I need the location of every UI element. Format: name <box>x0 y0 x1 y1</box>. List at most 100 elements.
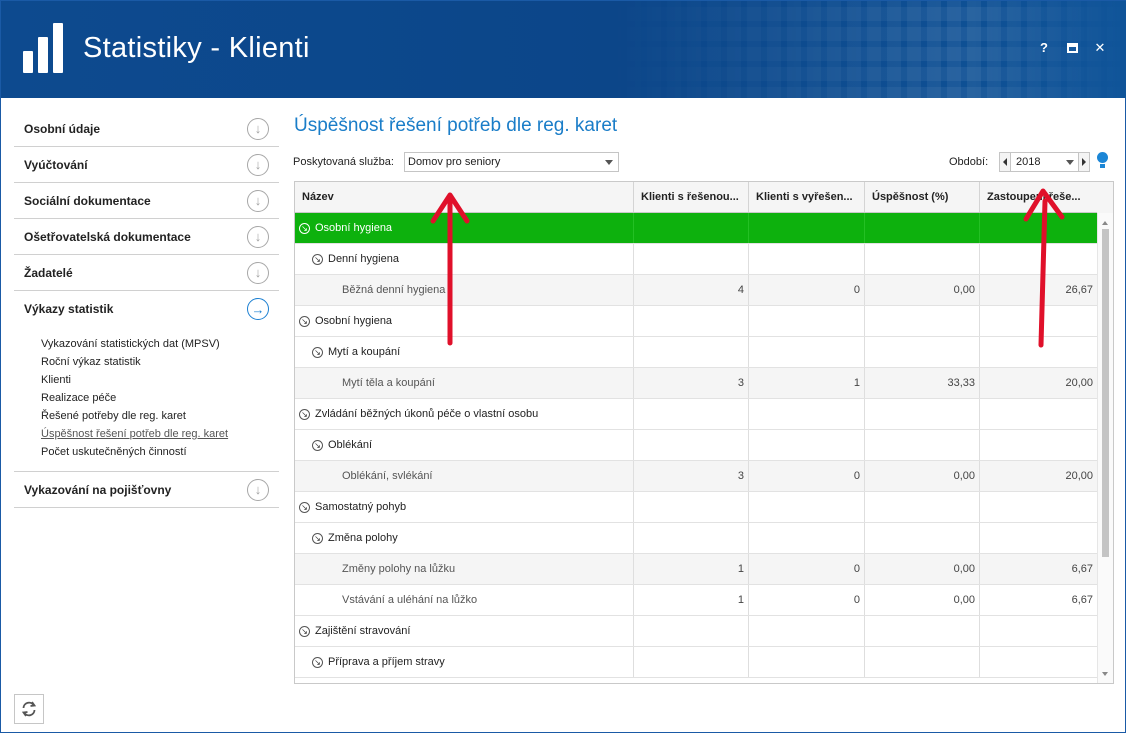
sidebar-subitem-klienti[interactable]: Klienti <box>41 371 279 389</box>
table-cell-name: ↘ Zvládání běžných úkonů péče o vlastní o… <box>295 399 634 429</box>
triangle-right-icon <box>1082 158 1086 166</box>
sidebar-item-label: Sociální dokumentace <box>24 193 151 208</box>
table-row[interactable]: Mytí těla a koupání 3 1 33,33 20,00 <box>295 368 1098 399</box>
table-row[interactable]: ↘ Samostatný pohyb <box>295 492 1098 523</box>
period-next-button[interactable] <box>1078 152 1090 172</box>
collapse-icon[interactable]: ↘ <box>299 625 310 637</box>
page-title: Úspěšnost řešení potřeb dle reg. karet <box>294 115 618 136</box>
maximize-button[interactable] <box>1065 41 1079 56</box>
collapse-icon[interactable]: ↘ <box>299 501 310 513</box>
sidebar-subitem-rocni-vykaz[interactable]: Roční výkaz statistik <box>41 353 279 371</box>
chevron-down-circle-icon: ↓ <box>247 117 269 140</box>
table-cell-c2 <box>749 523 865 553</box>
lightbulb-icon[interactable] <box>1097 152 1109 170</box>
sidebar-item-label: Vyúčtování <box>24 157 88 172</box>
column-header-success-rate[interactable]: Úspěšnost (%) <box>865 182 980 212</box>
row-label: Mytí a koupání <box>328 346 401 358</box>
table-row[interactable]: ↘ Denní hygiena <box>295 244 1098 275</box>
table-cell-c1 <box>634 399 749 429</box>
scrollbar-thumb[interactable] <box>1102 229 1109 557</box>
table-cell-c3: 0,00 <box>865 585 980 615</box>
scroll-up-icon[interactable] <box>1102 221 1108 225</box>
table-row[interactable]: ↘ Oblékání <box>295 430 1098 461</box>
collapse-icon[interactable]: ↘ <box>312 253 323 265</box>
period-value: 2018 <box>1016 156 1041 168</box>
sidebar-item-label: Vykazování na pojišťovny <box>24 482 172 497</box>
sidebar-item-label: Žadatelé <box>24 265 73 280</box>
collapse-icon[interactable]: ↘ <box>299 408 310 420</box>
table-cell-c1 <box>634 523 749 553</box>
sidebar-subitem-pocet-cinnosti[interactable]: Počet uskutečněných činností <box>41 443 279 461</box>
row-label: Denní hygiena <box>328 253 399 265</box>
sidebar-item-socialni-dokumentace[interactable]: Sociální dokumentace ↓ <box>14 183 279 219</box>
close-button[interactable]: ✕ <box>1093 41 1107 56</box>
table-row[interactable]: ↘ Příprava a příjem stravy <box>295 647 1098 678</box>
sidebar-item-vykazy-statistik[interactable]: Výkazy statistik → <box>14 291 279 327</box>
table-row[interactable]: Změny polohy na lůžku 1 0 0,00 6,67 <box>295 554 1098 585</box>
scroll-down-icon[interactable] <box>1102 672 1108 676</box>
sidebar-subitem-realizace-pece[interactable]: Realizace péče <box>41 389 279 407</box>
grid-scrollbar[interactable] <box>1097 213 1113 683</box>
sidebar-item-osobni-udaje[interactable]: Osobní údaje ↓ <box>14 111 279 147</box>
table-cell-c1 <box>634 306 749 336</box>
column-header-clients-solved[interactable]: Klienti s vyřešen... <box>749 182 865 212</box>
table-cell-name: ↘ Příprava a příjem stravy <box>295 647 634 677</box>
table-cell-c2: 0 <box>749 554 865 584</box>
collapse-icon[interactable]: ↘ <box>312 532 323 544</box>
sidebar-item-label: Osobní údaje <box>24 121 101 136</box>
table-cell-c3: 0,00 <box>865 554 980 584</box>
sidebar-item-vyuctovani[interactable]: Vyúčtování ↓ <box>14 147 279 183</box>
row-label: Vstávání a uléhání na lůžko <box>342 594 478 606</box>
refresh-button[interactable] <box>14 694 44 724</box>
service-label: Poskytovaná služba: <box>293 156 394 168</box>
sidebar-subitem-resene-potreby[interactable]: Řešené potřeby dle reg. karet <box>41 407 279 425</box>
sidebar: Osobní údaje ↓ Vyúčtování ↓ Sociální dok… <box>14 111 279 508</box>
table-row[interactable]: ↘ Zvládání běžných úkonů péče o vlastní o… <box>295 399 1098 430</box>
help-button[interactable]: ? <box>1037 41 1051 56</box>
table-cell-c4 <box>980 492 1098 522</box>
row-label: Změny polohy na lůžku <box>342 563 456 575</box>
table-cell-c3 <box>865 647 980 677</box>
table-cell-c1: 1 <box>634 585 749 615</box>
table-row[interactable]: Oblékání, svlékání 3 0 0,00 20,00 <box>295 461 1098 492</box>
sidebar-item-zadatele[interactable]: Žadatelé ↓ <box>14 255 279 291</box>
table-row[interactable]: Běžná denní hygiena 4 0 0,00 26,67 <box>295 275 1098 306</box>
sidebar-item-osetrovatelska-dokumentace[interactable]: Ošetřovatelská dokumentace ↓ <box>14 219 279 255</box>
table-row[interactable]: ↘ Změna polohy <box>295 523 1098 554</box>
service-select[interactable]: Domov pro seniory <box>404 152 619 172</box>
collapse-icon[interactable]: ↘ <box>312 439 323 451</box>
period-prev-button[interactable] <box>999 152 1011 172</box>
sidebar-sublist: Vykazování statistických dat (MPSV) Ročn… <box>14 327 279 472</box>
table-cell-c4 <box>980 430 1098 460</box>
collapse-icon[interactable]: ↘ <box>299 315 310 327</box>
period-select[interactable]: 2018 <box>1011 152 1078 172</box>
table-row[interactable]: ↘ Osobní hygiena <box>295 213 1098 244</box>
row-label: Oblékání, svlékání <box>342 470 433 482</box>
sidebar-subitem-mpsv[interactable]: Vykazování statistických dat (MPSV) <box>41 335 279 353</box>
table-cell-c3 <box>865 337 980 367</box>
collapse-icon[interactable]: ↘ <box>299 222 310 234</box>
chevron-down-circle-icon: ↓ <box>247 478 269 501</box>
table-cell-c3 <box>865 399 980 429</box>
chevron-down-circle-icon: ↓ <box>247 225 269 248</box>
collapse-icon[interactable]: ↘ <box>312 656 323 668</box>
table-row[interactable]: ↘ Mytí a koupání <box>295 337 1098 368</box>
row-label: Změna polohy <box>328 532 398 544</box>
row-label: Zajištění stravování <box>315 625 411 637</box>
sidebar-subitem-uspesnost[interactable]: Úspěšnost řešení potřeb dle reg. karet <box>41 425 279 443</box>
table-cell-c1 <box>634 492 749 522</box>
sidebar-item-vykazovani-pojistovny[interactable]: Vykazování na pojišťovny ↓ <box>14 472 279 508</box>
dropdown-arrow-icon <box>605 160 613 165</box>
collapse-icon[interactable]: ↘ <box>312 346 323 358</box>
table-cell-c1 <box>634 213 749 243</box>
table-row[interactable]: Vstávání a uléhání na lůžko 1 0 0,00 6,67 <box>295 585 1098 616</box>
table-cell-c2 <box>749 430 865 460</box>
table-row[interactable]: ↘ Osobní hygiena <box>295 306 1098 337</box>
table-cell-c2: 0 <box>749 275 865 305</box>
arrow-right-circle-icon: → <box>247 298 269 320</box>
table-cell-c2 <box>749 399 865 429</box>
table-row[interactable]: ↘ Zajištění stravování <box>295 616 1098 647</box>
column-header-clients-with-need[interactable]: Klienti s řešenou... <box>634 182 749 212</box>
chevron-down-circle-icon: ↓ <box>247 189 269 212</box>
table-cell-name: Změny polohy na lůžku <box>295 554 634 584</box>
